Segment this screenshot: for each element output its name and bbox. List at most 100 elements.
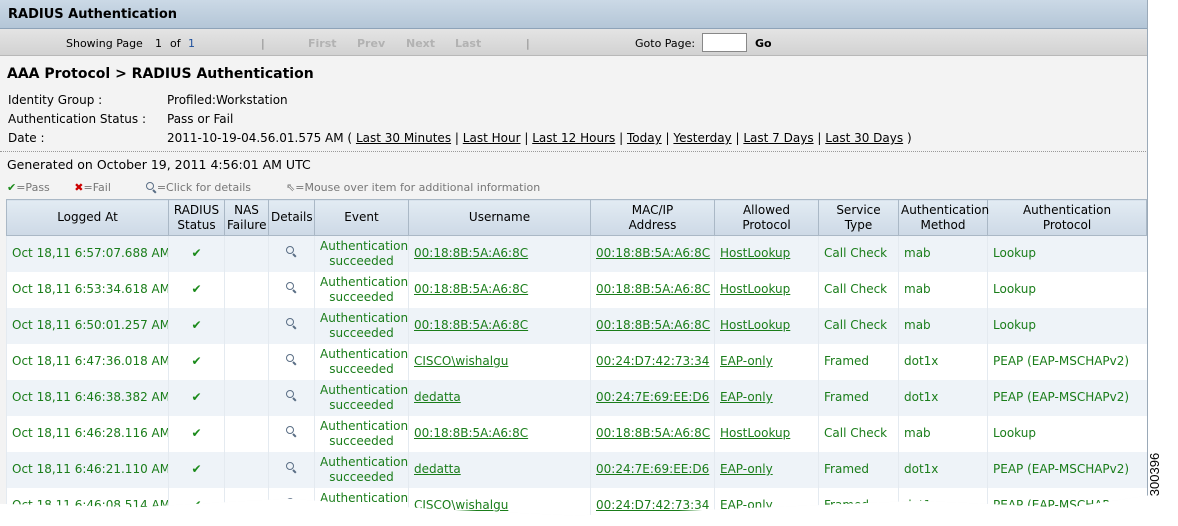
mac-ip-link[interactable]: 00:24:7E:69:EE:D6: [596, 390, 709, 404]
date-link-last-30-days[interactable]: Last 30 Days: [825, 131, 903, 145]
date-link-last-30-minutes[interactable]: Last 30 Minutes: [356, 131, 451, 145]
mac-ip-link[interactable]: 00:24:7E:69:EE:D6: [596, 462, 709, 476]
username-link[interactable]: CISCO\wishalgu: [414, 498, 508, 512]
allowed-protocol-link[interactable]: EAP-only: [720, 354, 773, 368]
col-header-service-type[interactable]: Service Type: [818, 199, 899, 236]
header-line: Failure: [227, 217, 267, 232]
magnifier-icon[interactable]: [286, 354, 297, 365]
date-link-separator: |: [524, 131, 529, 145]
username-link[interactable]: 00:18:8B:5A:A6:8C: [414, 318, 528, 332]
figure-id-text: 300396: [1147, 452, 1163, 497]
x-icon: ✖: [74, 180, 84, 194]
details-cell[interactable]: [268, 271, 315, 308]
check-icon: ✔: [191, 390, 202, 404]
col-header-allowed-protocol[interactable]: Allowed Protocol: [714, 199, 819, 236]
auth-protocol-cell: Lookup: [987, 307, 1147, 344]
details-cell[interactable]: [268, 343, 315, 380]
allowed-protocol-link[interactable]: EAP-only: [720, 462, 773, 476]
allowed-protocol-link[interactable]: HostLookup: [720, 246, 790, 260]
mac-ip-cell: 00:18:8B:5A:A6:8C: [590, 415, 715, 452]
allowed-protocol-link[interactable]: HostLookup: [720, 426, 790, 440]
col-header-details[interactable]: Details: [268, 199, 315, 236]
details-cell[interactable]: [268, 451, 315, 488]
event-cell: Authentication succeeded: [314, 487, 409, 516]
current-page: 1: [155, 37, 162, 50]
auth-method-cell: mab: [898, 271, 988, 308]
mac-ip-link[interactable]: 00:18:8B:5A:A6:8C: [596, 426, 710, 440]
username-link[interactable]: dedatta: [414, 390, 461, 404]
mac-ip-link[interactable]: 00:24:D7:42:73:34: [596, 498, 709, 512]
col-header-username[interactable]: Username: [408, 199, 591, 236]
pager-separator: |: [526, 37, 530, 50]
service-type-cell: Framed: [818, 487, 899, 516]
logged-at-cell: Oct 18,11 6:46:28.116 AM: [6, 415, 169, 452]
goto-page-input[interactable]: [702, 33, 747, 52]
username-cell: 00:18:8B:5A:A6:8C: [408, 271, 591, 308]
auth-protocol-cell: PEAP (EAP-MSCHAPv2): [987, 451, 1147, 488]
username-link[interactable]: dedatta: [414, 462, 461, 476]
allowed-protocol-link[interactable]: EAP-only: [720, 498, 773, 512]
magnifier-icon[interactable]: [286, 390, 297, 401]
mac-ip-link[interactable]: 00:18:8B:5A:A6:8C: [596, 246, 710, 260]
table-row[interactable]: Oct 18,11 6:57:07.688 AM ✔ Authentication s…: [6, 235, 1147, 272]
table-row[interactable]: Oct 18,11 6:47:36.018 AM ✔ Authentication s…: [6, 343, 1147, 380]
table-row[interactable]: Oct 18,11 6:46:38.382 AM ✔ Authentication s…: [6, 379, 1147, 416]
table-row[interactable]: Oct 18,11 6:46:08.514 AM ✔ Authentication s…: [6, 487, 1147, 516]
allowed-protocol-link[interactable]: EAP-only: [720, 390, 773, 404]
event-line: Authentication: [320, 382, 409, 397]
username-link[interactable]: CISCO\wishalgu: [414, 354, 508, 368]
details-cell[interactable]: [268, 307, 315, 344]
col-header-radius-status[interactable]: RADIUS Status: [168, 199, 225, 236]
event-line: succeeded: [329, 469, 394, 484]
event-line: succeeded: [329, 433, 394, 448]
details-cell[interactable]: [268, 235, 315, 272]
date-link-yesterday[interactable]: Yesterday: [673, 131, 731, 145]
details-cell[interactable]: [268, 415, 315, 452]
date-link-last-12-hours[interactable]: Last 12 Hours: [532, 131, 615, 145]
col-header-mac-ip[interactable]: MAC/IP Address: [590, 199, 715, 236]
details-cell[interactable]: [268, 379, 315, 416]
username-link[interactable]: 00:18:8B:5A:A6:8C: [414, 246, 528, 260]
col-header-nas-failure[interactable]: NAS Failure: [224, 199, 269, 236]
service-type-cell: Framed: [818, 451, 899, 488]
table-row[interactable]: Oct 18,11 6:46:28.116 AM ✔ Authentication s…: [6, 415, 1147, 452]
auth-method-cell: dot1x: [898, 379, 988, 416]
magnifier-icon[interactable]: [286, 318, 297, 329]
service-type-cell: Call Check: [818, 307, 899, 344]
header-line: Address: [628, 217, 677, 232]
event-line: Authentication: [320, 310, 409, 325]
event-line: succeeded: [329, 325, 394, 340]
date-link-last-7-days[interactable]: Last 7 Days: [743, 131, 813, 145]
col-header-logged-at[interactable]: Logged At: [6, 199, 169, 236]
col-header-auth-protocol[interactable]: Authentication Protocol: [987, 199, 1147, 236]
mac-ip-link[interactable]: 00:18:8B:5A:A6:8C: [596, 318, 710, 332]
allowed-protocol-link[interactable]: HostLookup: [720, 318, 790, 332]
table-row[interactable]: Oct 18,11 6:53:34.618 AM ✔ Authentication s…: [6, 271, 1147, 308]
col-header-event[interactable]: Event: [314, 199, 409, 236]
allowed-protocol-link[interactable]: HostLookup: [720, 282, 790, 296]
username-link[interactable]: 00:18:8B:5A:A6:8C: [414, 282, 528, 296]
magnifier-icon[interactable]: [286, 246, 297, 257]
date-link-last-hour[interactable]: Last Hour: [463, 131, 521, 145]
magnifier-icon[interactable]: [286, 426, 297, 437]
next-page-button[interactable]: Next: [406, 37, 435, 50]
col-header-auth-method[interactable]: Authentication Method: [898, 199, 989, 236]
first-page-button[interactable]: First: [308, 37, 337, 50]
mac-ip-link[interactable]: 00:24:D7:42:73:34: [596, 354, 709, 368]
details-cell[interactable]: [268, 487, 315, 516]
username-link[interactable]: 00:18:8B:5A:A6:8C: [414, 426, 528, 440]
table-row[interactable]: Oct 18,11 6:50:01.257 AM ✔ Authentication s…: [6, 307, 1147, 344]
date-link-separator: |: [817, 131, 822, 145]
go-button[interactable]: Go: [755, 37, 772, 50]
mac-ip-link[interactable]: 00:18:8B:5A:A6:8C: [596, 282, 710, 296]
table-row[interactable]: Oct 18,11 6:46:21.110 AM ✔ Authentication s…: [6, 451, 1147, 488]
prev-page-button[interactable]: Prev: [357, 37, 385, 50]
allowed-protocol-cell: HostLookup: [714, 235, 819, 272]
last-page-button[interactable]: Last: [455, 37, 481, 50]
magnifier-icon[interactable]: [286, 462, 297, 473]
magnifier-icon[interactable]: [286, 282, 297, 293]
date-link-today[interactable]: Today: [627, 131, 662, 145]
logged-at-cell: Oct 18,11 6:47:36.018 AM: [6, 343, 169, 380]
magnifier-icon[interactable]: [286, 498, 297, 509]
event-cell: Authentication succeeded: [314, 343, 409, 380]
